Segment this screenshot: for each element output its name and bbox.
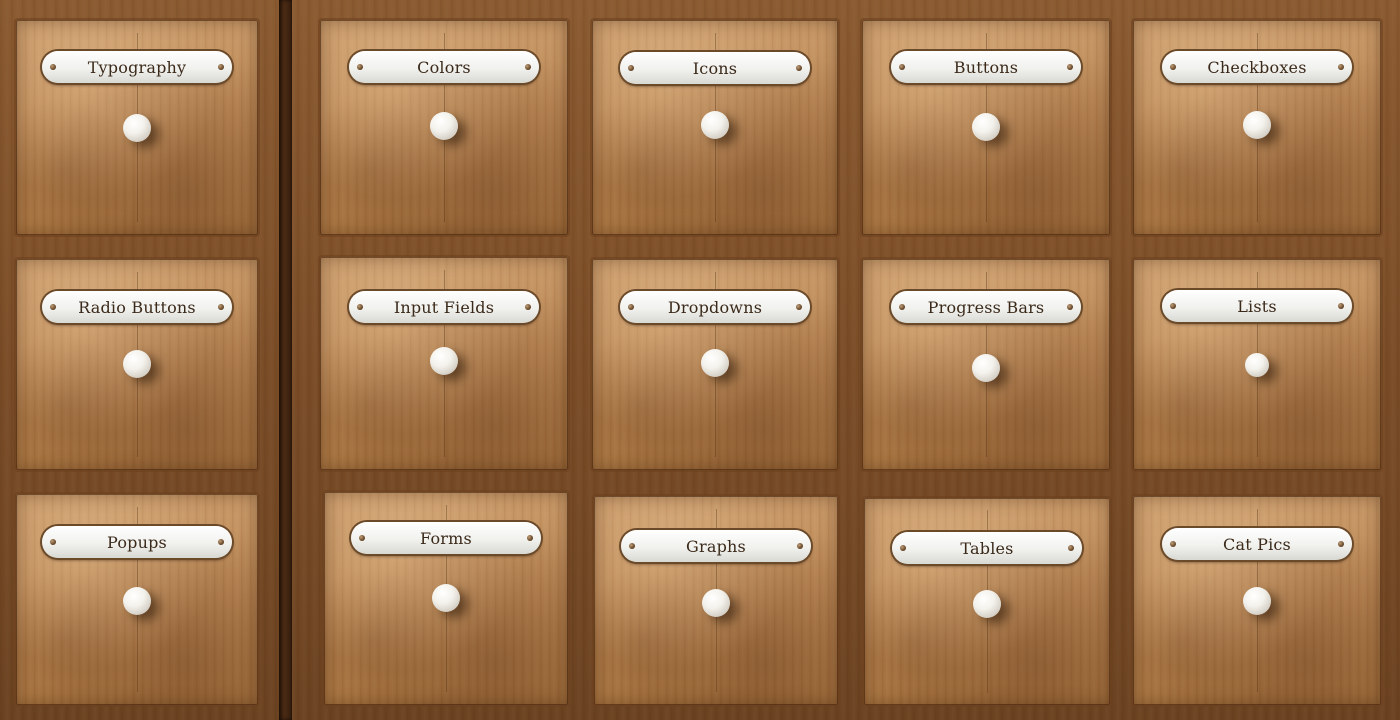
drawer-knob[interactable] [432, 584, 460, 612]
drawer-label-plate: Colors [349, 51, 539, 83]
drawer-label: Radio Buttons [78, 297, 196, 317]
screw-icon [796, 304, 802, 310]
drawer-knob[interactable] [702, 589, 730, 617]
drawer-lists[interactable]: Lists [1133, 259, 1381, 470]
screw-icon [527, 535, 533, 541]
screw-icon [1338, 303, 1344, 309]
drawer-label: Tables [960, 538, 1014, 558]
screw-icon [1067, 304, 1073, 310]
screw-icon [50, 539, 56, 545]
drawer-popups[interactable]: Popups [16, 494, 258, 705]
screw-icon [1170, 64, 1176, 70]
drawer-input-fields[interactable]: Input Fields [320, 257, 568, 470]
drawer-label-plate: Radio Buttons [42, 291, 232, 323]
drawer-knob[interactable] [123, 114, 151, 142]
drawer-tables[interactable]: Tables [864, 498, 1110, 705]
screw-icon [899, 304, 905, 310]
screw-icon [1170, 541, 1176, 547]
screw-icon [218, 539, 224, 545]
drawer-radio-buttons[interactable]: Radio Buttons [16, 259, 258, 470]
drawer-graphs[interactable]: Graphs [594, 496, 838, 705]
drawer-label-plate: Icons [620, 52, 810, 84]
screw-icon [357, 304, 363, 310]
screw-icon [899, 64, 905, 70]
drawer-knob[interactable] [1245, 353, 1269, 377]
screw-icon [1170, 303, 1176, 309]
drawer-knob[interactable] [1243, 587, 1271, 615]
drawer-knob[interactable] [701, 111, 729, 139]
drawer-cat-pics[interactable]: Cat Pics [1133, 496, 1381, 705]
screw-icon [629, 543, 635, 549]
drawer-label: Dropdowns [667, 297, 763, 317]
drawer-label-plate: Checkboxes [1162, 51, 1352, 83]
drawer-knob[interactable] [972, 354, 1000, 382]
drawer-label: Icons [692, 58, 738, 78]
drawer-knob[interactable] [973, 590, 1001, 618]
drawer-typography[interactable]: Typography [16, 20, 258, 235]
cabinet-divider [279, 0, 292, 720]
drawer-knob[interactable] [972, 113, 1000, 141]
drawer-label: Popups [107, 532, 167, 552]
screw-icon [797, 543, 803, 549]
drawer-icons[interactable]: Icons [592, 20, 838, 235]
screw-icon [50, 304, 56, 310]
screw-icon [357, 64, 363, 70]
drawer-label-plate: Cat Pics [1162, 528, 1352, 560]
drawer-label-plate: Popups [42, 526, 232, 558]
drawer-label: Cat Pics [1223, 534, 1291, 554]
drawer-label-plate: Tables [892, 532, 1082, 564]
drawer-label: Progress Bars [927, 297, 1045, 317]
drawer-label-plate: Typography [42, 51, 232, 83]
drawer-label: Input Fields [393, 297, 495, 317]
screw-icon [218, 64, 224, 70]
screw-icon [1067, 64, 1073, 70]
screw-icon [1338, 541, 1344, 547]
drawer-colors[interactable]: Colors [320, 20, 568, 235]
drawer-knob[interactable] [430, 347, 458, 375]
drawer-knob[interactable] [123, 587, 151, 615]
screw-icon [900, 545, 906, 551]
drawer-forms[interactable]: Forms [324, 492, 568, 705]
screw-icon [50, 64, 56, 70]
screw-icon [525, 64, 531, 70]
drawer-label-plate: Graphs [621, 530, 811, 562]
drawer-label-plate: Forms [351, 522, 541, 554]
drawer-knob[interactable] [1243, 111, 1271, 139]
card-catalog-cabinet: Typography Colors Icons Buttons Checkbox… [0, 0, 1400, 720]
screw-icon [1338, 64, 1344, 70]
drawer-knob[interactable] [123, 350, 151, 378]
drawer-knob[interactable] [701, 349, 729, 377]
screw-icon [359, 535, 365, 541]
screw-icon [796, 65, 802, 71]
drawer-label-plate: Buttons [891, 51, 1081, 83]
screw-icon [218, 304, 224, 310]
drawer-checkboxes[interactable]: Checkboxes [1133, 20, 1381, 235]
screw-icon [628, 65, 634, 71]
drawer-progress-bars[interactable]: Progress Bars [862, 259, 1110, 470]
drawer-buttons[interactable]: Buttons [862, 20, 1110, 235]
drawer-label: Checkboxes [1207, 57, 1307, 77]
drawer-label-plate: Progress Bars [891, 291, 1081, 323]
screw-icon [628, 304, 634, 310]
drawer-dropdowns[interactable]: Dropdowns [592, 259, 838, 470]
drawer-label: Forms [420, 528, 472, 548]
drawer-label: Buttons [953, 57, 1019, 77]
drawer-label: Graphs [686, 536, 746, 556]
drawer-label-plate: Dropdowns [620, 291, 810, 323]
drawer-label: Lists [1237, 296, 1277, 316]
screw-icon [1068, 545, 1074, 551]
drawer-knob[interactable] [430, 112, 458, 140]
drawer-label-plate: Input Fields [349, 291, 539, 323]
drawer-label-plate: Lists [1162, 290, 1352, 322]
drawer-label: Typography [87, 57, 187, 77]
drawer-label: Colors [417, 57, 471, 77]
screw-icon [525, 304, 531, 310]
